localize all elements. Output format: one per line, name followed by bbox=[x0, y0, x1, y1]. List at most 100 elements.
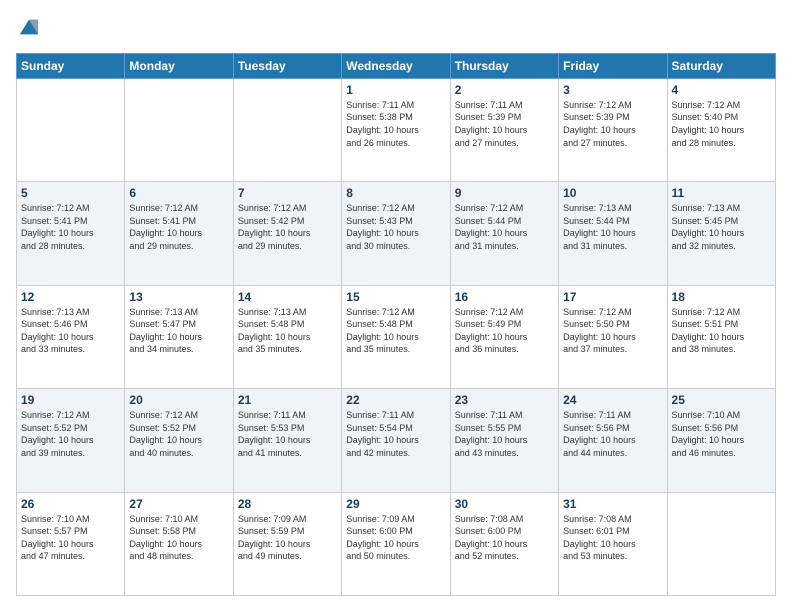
day-number: 18 bbox=[672, 290, 771, 304]
calendar-cell: 10 Sunrise: 7:13 AM Sunset: 5:44 PM Dayli… bbox=[559, 182, 667, 285]
calendar-cell: 29Sunrise: 7:09 AM Sunset: 6:00 PM Dayli… bbox=[342, 492, 450, 595]
calendar-header-row: SundayMondayTuesdayWednesdayThursdayFrid… bbox=[17, 53, 776, 78]
calendar-cell bbox=[17, 78, 125, 181]
calendar-cell: 13 Sunrise: 7:13 AM Sunset: 5:47 PM Dayli… bbox=[125, 285, 233, 388]
calendar-cell bbox=[233, 78, 341, 181]
day-number: 4 bbox=[672, 83, 771, 97]
day-number: 3 bbox=[563, 83, 662, 97]
day-number: 21 bbox=[238, 393, 337, 407]
calendar-cell: 12 Sunrise: 7:13 AM Sunset: 5:46 PM Dayli… bbox=[17, 285, 125, 388]
calendar-cell: 18 Sunrise: 7:12 AM Sunset: 5:51 PM Dayli… bbox=[667, 285, 775, 388]
day-info: Sunrise: 7:08 AM Sunset: 6:00 PM Dayligh… bbox=[455, 513, 554, 563]
day-number: 10 bbox=[563, 186, 662, 200]
day-info: Sunrise: 7:09 AM Sunset: 5:59 PM Dayligh… bbox=[238, 513, 337, 563]
calendar-cell: 20 Sunrise: 7:12 AM Sunset: 5:52 PM Dayli… bbox=[125, 389, 233, 492]
calendar-week-row: 26Sunrise: 7:10 AM Sunset: 5:57 PM Dayli… bbox=[17, 492, 776, 595]
day-number: 2 bbox=[455, 83, 554, 97]
calendar-cell: 8Sunrise: 7:12 AM Sunset: 5:43 PM Daylig… bbox=[342, 182, 450, 285]
day-number: 6 bbox=[129, 186, 228, 200]
calendar-cell: 7 Sunrise: 7:12 AM Sunset: 5:42 PM Daylig… bbox=[233, 182, 341, 285]
day-info: Sunrise: 7:11 AM Sunset: 5:39 PM Dayligh… bbox=[455, 99, 554, 149]
calendar-cell: 15 Sunrise: 7:12 AM Sunset: 5:48 PM Dayli… bbox=[342, 285, 450, 388]
calendar-cell: 23 Sunrise: 7:11 AM Sunset: 5:55 PM Dayli… bbox=[450, 389, 558, 492]
day-number: 22 bbox=[346, 393, 445, 407]
day-number: 31 bbox=[563, 497, 662, 511]
day-number: 20 bbox=[129, 393, 228, 407]
day-number: 7 bbox=[238, 186, 337, 200]
day-number: 17 bbox=[563, 290, 662, 304]
day-number: 28 bbox=[238, 497, 337, 511]
calendar-header-monday: Monday bbox=[125, 53, 233, 78]
calendar-cell: 19 Sunrise: 7:12 AM Sunset: 5:52 PM Dayli… bbox=[17, 389, 125, 492]
calendar-cell: 16 Sunrise: 7:12 AM Sunset: 5:49 PM Dayli… bbox=[450, 285, 558, 388]
day-number: 29 bbox=[346, 497, 445, 511]
calendar-cell: 24Sunrise: 7:11 AM Sunset: 5:56 PM Dayli… bbox=[559, 389, 667, 492]
day-info: Sunrise: 7:12 AM Sunset: 5:52 PM Dayligh… bbox=[21, 409, 120, 459]
day-number: 23 bbox=[455, 393, 554, 407]
calendar-cell: 14 Sunrise: 7:13 AM Sunset: 5:48 PM Dayli… bbox=[233, 285, 341, 388]
calendar-cell: 31 Sunrise: 7:08 AM Sunset: 6:01 PM Dayli… bbox=[559, 492, 667, 595]
day-number: 14 bbox=[238, 290, 337, 304]
day-info: Sunrise: 7:12 AM Sunset: 5:43 PM Dayligh… bbox=[346, 202, 445, 252]
calendar-cell: 11 Sunrise: 7:13 AM Sunset: 5:45 PM Dayli… bbox=[667, 182, 775, 285]
day-info: Sunrise: 7:10 AM Sunset: 5:58 PM Dayligh… bbox=[129, 513, 228, 563]
day-info: Sunrise: 7:12 AM Sunset: 5:41 PM Dayligh… bbox=[129, 202, 228, 252]
day-info: Sunrise: 7:12 AM Sunset: 5:48 PM Dayligh… bbox=[346, 306, 445, 356]
day-info: Sunrise: 7:12 AM Sunset: 5:39 PM Dayligh… bbox=[563, 99, 662, 149]
calendar-cell: 22 Sunrise: 7:11 AM Sunset: 5:54 PM Dayli… bbox=[342, 389, 450, 492]
calendar-cell: 9 Sunrise: 7:12 AM Sunset: 5:44 PM Daylig… bbox=[450, 182, 558, 285]
day-info: Sunrise: 7:10 AM Sunset: 5:56 PM Dayligh… bbox=[672, 409, 771, 459]
calendar-cell: 27 Sunrise: 7:10 AM Sunset: 5:58 PM Dayli… bbox=[125, 492, 233, 595]
calendar-cell bbox=[125, 78, 233, 181]
day-number: 19 bbox=[21, 393, 120, 407]
day-number: 16 bbox=[455, 290, 554, 304]
calendar-cell: 4 Sunrise: 7:12 AM Sunset: 5:40 PM Daylig… bbox=[667, 78, 775, 181]
calendar-cell: 17 Sunrise: 7:12 AM Sunset: 5:50 PM Dayli… bbox=[559, 285, 667, 388]
day-info: Sunrise: 7:13 AM Sunset: 5:46 PM Dayligh… bbox=[21, 306, 120, 356]
day-number: 24 bbox=[563, 393, 662, 407]
day-info: Sunrise: 7:08 AM Sunset: 6:01 PM Dayligh… bbox=[563, 513, 662, 563]
day-number: 26 bbox=[21, 497, 120, 511]
day-number: 25 bbox=[672, 393, 771, 407]
day-info: Sunrise: 7:13 AM Sunset: 5:44 PM Dayligh… bbox=[563, 202, 662, 252]
calendar-cell: 28 Sunrise: 7:09 AM Sunset: 5:59 PM Dayli… bbox=[233, 492, 341, 595]
day-number: 1 bbox=[346, 83, 445, 97]
logo-text bbox=[16, 16, 40, 43]
calendar-header-wednesday: Wednesday bbox=[342, 53, 450, 78]
calendar-cell: 25 Sunrise: 7:10 AM Sunset: 5:56 PM Dayli… bbox=[667, 389, 775, 492]
logo bbox=[16, 16, 40, 43]
day-number: 12 bbox=[21, 290, 120, 304]
day-info: Sunrise: 7:12 AM Sunset: 5:40 PM Dayligh… bbox=[672, 99, 771, 149]
day-number: 30 bbox=[455, 497, 554, 511]
day-number: 27 bbox=[129, 497, 228, 511]
day-info: Sunrise: 7:11 AM Sunset: 5:53 PM Dayligh… bbox=[238, 409, 337, 459]
day-number: 13 bbox=[129, 290, 228, 304]
day-info: Sunrise: 7:13 AM Sunset: 5:48 PM Dayligh… bbox=[238, 306, 337, 356]
day-info: Sunrise: 7:12 AM Sunset: 5:41 PM Dayligh… bbox=[21, 202, 120, 252]
calendar-week-row: 5Sunrise: 7:12 AM Sunset: 5:41 PM Daylig… bbox=[17, 182, 776, 285]
day-info: Sunrise: 7:12 AM Sunset: 5:42 PM Dayligh… bbox=[238, 202, 337, 252]
day-info: Sunrise: 7:13 AM Sunset: 5:47 PM Dayligh… bbox=[129, 306, 228, 356]
day-number: 11 bbox=[672, 186, 771, 200]
day-info: Sunrise: 7:12 AM Sunset: 5:51 PM Dayligh… bbox=[672, 306, 771, 356]
day-number: 15 bbox=[346, 290, 445, 304]
day-info: Sunrise: 7:12 AM Sunset: 5:52 PM Dayligh… bbox=[129, 409, 228, 459]
calendar-header-sunday: Sunday bbox=[17, 53, 125, 78]
calendar-cell: 2 Sunrise: 7:11 AM Sunset: 5:39 PM Daylig… bbox=[450, 78, 558, 181]
day-info: Sunrise: 7:12 AM Sunset: 5:44 PM Dayligh… bbox=[455, 202, 554, 252]
page: SundayMondayTuesdayWednesdayThursdayFrid… bbox=[0, 0, 792, 612]
calendar-cell: 30 Sunrise: 7:08 AM Sunset: 6:00 PM Dayli… bbox=[450, 492, 558, 595]
calendar-cell: 5Sunrise: 7:12 AM Sunset: 5:41 PM Daylig… bbox=[17, 182, 125, 285]
calendar-header-tuesday: Tuesday bbox=[233, 53, 341, 78]
day-number: 9 bbox=[455, 186, 554, 200]
calendar-cell: 3 Sunrise: 7:12 AM Sunset: 5:39 PM Daylig… bbox=[559, 78, 667, 181]
day-info: Sunrise: 7:12 AM Sunset: 5:49 PM Dayligh… bbox=[455, 306, 554, 356]
header bbox=[16, 16, 776, 43]
day-info: Sunrise: 7:12 AM Sunset: 5:50 PM Dayligh… bbox=[563, 306, 662, 356]
calendar-week-row: 1Sunrise: 7:11 AM Sunset: 5:38 PM Daylig… bbox=[17, 78, 776, 181]
calendar-header-saturday: Saturday bbox=[667, 53, 775, 78]
calendar-cell: 1Sunrise: 7:11 AM Sunset: 5:38 PM Daylig… bbox=[342, 78, 450, 181]
day-info: Sunrise: 7:13 AM Sunset: 5:45 PM Dayligh… bbox=[672, 202, 771, 252]
day-info: Sunrise: 7:11 AM Sunset: 5:54 PM Dayligh… bbox=[346, 409, 445, 459]
day-info: Sunrise: 7:11 AM Sunset: 5:55 PM Dayligh… bbox=[455, 409, 554, 459]
